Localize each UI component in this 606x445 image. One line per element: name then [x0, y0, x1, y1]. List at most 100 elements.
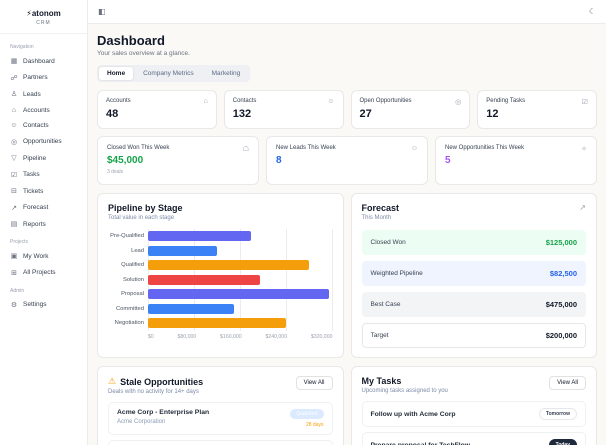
- chart-bar: [148, 245, 217, 256]
- nav-section-admin: Admin: [10, 287, 25, 294]
- stat-label: Pending Tasks: [486, 98, 526, 104]
- sparkles-icon: ✧: [581, 146, 587, 153]
- sidebar-item-settings[interactable]: ⚙ Settings: [8, 298, 79, 312]
- sidebar-item-reports[interactable]: ▤ Reports: [8, 217, 79, 231]
- stat-value: 132: [232, 108, 252, 120]
- sidebar-item-tasks[interactable]: ☑ Tasks: [8, 168, 79, 182]
- x-tick: $80,000: [177, 333, 197, 340]
- building-icon: ⌂: [203, 98, 208, 105]
- gear-icon: ⚙: [10, 301, 18, 309]
- chart-category-label: Qualified: [121, 262, 144, 269]
- chart-category-label: Committed: [115, 305, 144, 312]
- app-name: atonom: [31, 9, 61, 18]
- stat-card-open-opportunities: Open Opportunities 27 ◎: [350, 90, 471, 129]
- card-value: $45,000: [107, 155, 144, 166]
- user-plus-icon: ☺: [410, 145, 418, 152]
- sidebar-item-forecast[interactable]: ↗ Forecast: [8, 201, 79, 215]
- ticket-icon: ⊟: [11, 188, 17, 195]
- building-icon: ⌂: [11, 106, 17, 114]
- sidebar-nav: Navigation ▦ Dashboard ☍ Partners ♙ Lead…: [0, 34, 87, 445]
- chart-x-axis: $0 $80,000 $160,000 $240,000 $320,000: [148, 334, 333, 340]
- forecast-row-best-case: Best Case $475,000: [361, 292, 586, 317]
- sidebar-item-tickets[interactable]: ⊟ Tickets: [8, 184, 79, 198]
- panel-toggle-icon[interactable]: ◧: [98, 7, 106, 16]
- forecast-value: $82,500: [549, 269, 577, 278]
- trophy-icon: ☖: [242, 146, 249, 153]
- chart-category-label: Pre-Qualified: [110, 233, 144, 240]
- task-item-followup-acme[interactable]: Follow up with Acme Corp Tomorrow: [361, 401, 586, 427]
- target-icon: ◎: [10, 138, 18, 146]
- sidebar-item-leads[interactable]: ♙ Leads: [8, 87, 79, 101]
- sidebar: ⚡atonom CRM Navigation ▦ Dashboard ☍ Par…: [0, 0, 88, 445]
- sidebar-item-label: Accounts: [23, 106, 50, 114]
- sidebar-item-all-projects[interactable]: ⊞ All Projects: [8, 266, 79, 280]
- tab-home[interactable]: Home: [99, 67, 134, 80]
- sidebar-item-label: Reports: [23, 220, 46, 228]
- task-name: Follow up with Acme Corp: [370, 410, 456, 418]
- chart-bar-row: Lead: [108, 243, 333, 258]
- stale-opportunities-panel: ⚠ Stale Opportunities Deals with no acti…: [97, 366, 344, 445]
- users-icon: ☺: [327, 98, 335, 105]
- stale-view-all-button[interactable]: View All: [295, 376, 333, 390]
- funnel-icon: ▽: [11, 155, 17, 162]
- sidebar-item-partners[interactable]: ☍ Partners: [8, 71, 79, 85]
- chart-bar: [148, 303, 235, 314]
- stale-list: Acme Corp - Enterprise Plan Acme Corpora…: [108, 402, 333, 445]
- dashboard-tabs: Home Company Metrics Marketing: [97, 65, 251, 82]
- sidebar-item-label: Dashboard: [23, 57, 55, 65]
- chart-bar-row: Qualified: [108, 258, 333, 273]
- main-area: ◧ ☾ Dashboard Your sales overview at a g…: [88, 0, 606, 445]
- nav-section-navigation: Navigation: [10, 44, 34, 50]
- sidebar-item-accounts[interactable]: ⌂ Accounts: [8, 104, 79, 117]
- card-value: 5: [445, 155, 451, 166]
- tab-company-metrics[interactable]: Company Metrics: [135, 67, 202, 80]
- chart-bar-row: Solution: [108, 272, 333, 287]
- sidebar-item-label: Opportunities: [23, 138, 62, 145]
- chart-category-label: Solution: [123, 276, 144, 283]
- my-tasks-panel: My Tasks Upcoming tasks assigned to you …: [350, 366, 597, 445]
- sidebar-item-contacts[interactable]: ☺ Contacts: [8, 119, 79, 132]
- forecast-row-closed-won: Closed Won $125,000: [361, 230, 586, 255]
- briefcase-icon: ▣: [10, 253, 18, 260]
- chart-bar-row: Negotiation: [108, 316, 333, 331]
- topbar: ◧ ☾: [88, 0, 606, 24]
- sidebar-item-label: Tasks: [23, 171, 40, 178]
- sidebar-item-label: Contacts: [23, 122, 49, 129]
- chart-bar-row: Pre-Qualified: [108, 229, 333, 244]
- opportunity-name: Acme Corp - Enterprise Plan: [117, 409, 210, 416]
- task-name: Prepare proposal for TechFlow: [370, 441, 471, 445]
- x-tick: $240,000: [265, 333, 288, 340]
- tasks-view-all-button[interactable]: View All: [549, 376, 586, 390]
- handshake-icon: ☍: [10, 74, 18, 82]
- sidebar-item-pipeline[interactable]: ▽ Pipeline: [8, 151, 79, 165]
- opportunity-company: Acme Corporation: [117, 419, 166, 425]
- users-icon: ☺: [10, 122, 18, 129]
- forecast-label: Closed Won: [370, 239, 406, 246]
- theme-toggle-icon[interactable]: ☾: [589, 7, 596, 16]
- tasks-subtitle: Upcoming tasks assigned to you: [361, 388, 448, 394]
- card-new-leads-week: New Leads This Week 8 ☺: [266, 136, 428, 185]
- card-closed-won-week: Closed Won This Week $45,000 3 deals ☖: [97, 136, 259, 185]
- forecast-subtitle: This Month: [361, 215, 392, 221]
- task-item-proposal-techflow[interactable]: Prepare proposal for TechFlow Today: [361, 432, 586, 445]
- chart-bar: [148, 231, 252, 242]
- stale-item-acme[interactable]: Acme Corp - Enterprise Plan Acme Corpora…: [108, 402, 333, 435]
- x-tick: $320,000: [310, 333, 333, 340]
- sidebar-item-my-work[interactable]: ▣ My Work: [8, 249, 79, 263]
- stale-item-techflow[interactable]: TechFlow - Platform License TechFlow Sol…: [108, 440, 333, 445]
- stat-value: 48: [106, 108, 119, 120]
- x-tick: $0: [148, 333, 154, 340]
- stat-label: Open Opportunities: [359, 98, 412, 104]
- forecast-value: $200,000: [545, 331, 577, 340]
- chart-bar: [148, 274, 260, 285]
- user-plus-icon: ♙: [10, 91, 18, 98]
- stat-label: Accounts: [106, 98, 131, 104]
- stat-card-contacts: Contacts 132 ☺: [223, 90, 344, 129]
- stage-badge: Qualified: [290, 409, 324, 419]
- sidebar-item-label: My Work: [23, 252, 49, 260]
- tab-marketing[interactable]: Marketing: [204, 67, 249, 80]
- pipeline-by-stage-panel: Pipeline by Stage Total value in each st…: [97, 193, 344, 358]
- sidebar-item-opportunities[interactable]: ◎ Opportunities: [8, 135, 79, 149]
- stat-card-accounts: Accounts 48 ⌂: [97, 90, 217, 129]
- sidebar-item-dashboard[interactable]: ▦ Dashboard: [8, 54, 79, 68]
